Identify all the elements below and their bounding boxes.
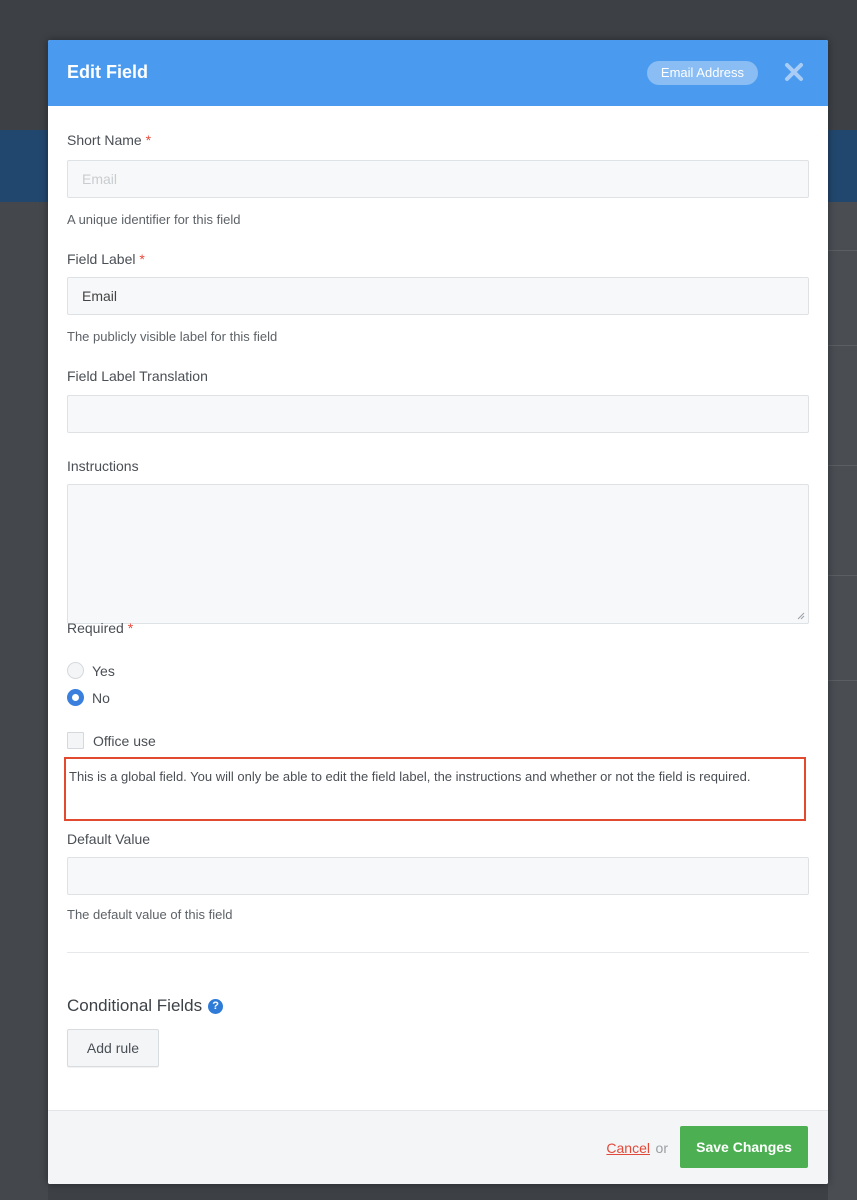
instructions-textarea[interactable] [67, 484, 809, 624]
radio-checked-icon[interactable] [67, 689, 84, 706]
short-name-label: Short Name * [67, 132, 151, 148]
conditional-fields-title: Conditional Fields [67, 996, 203, 1015]
close-icon[interactable] [782, 60, 806, 84]
office-use-label: Office use [93, 732, 156, 749]
required-asterisk: * [139, 251, 145, 267]
conditional-fields-heading: Conditional Fields ? [67, 996, 224, 1016]
save-changes-button[interactable]: Save Changes [680, 1126, 808, 1168]
field-label-input[interactable] [67, 277, 809, 315]
question-circle-icon[interactable]: ? [208, 998, 224, 1014]
short-name-input[interactable] [67, 160, 809, 198]
section-divider [67, 952, 809, 953]
radio-unchecked-icon[interactable] [67, 662, 84, 679]
required-asterisk: * [145, 132, 152, 148]
global-field-notice: This is a global field. You will only be… [64, 757, 806, 821]
modal-header: Edit Field Email Address [48, 40, 828, 106]
field-label-translation-input[interactable] [67, 395, 809, 433]
backdrop-divider [828, 575, 857, 576]
field-label-translation-label: Field Label Translation [67, 368, 208, 384]
short-name-help: A unique identifier for this field [67, 212, 241, 227]
backdrop-left-column [0, 202, 48, 1200]
edit-field-modal: Edit Field Email Address Short Name * A … [48, 40, 828, 1184]
or-text: or [655, 1140, 668, 1156]
add-rule-button[interactable]: Add rule [67, 1029, 159, 1067]
field-type-badge: Email Address [646, 61, 758, 85]
resize-grip-icon[interactable] [796, 611, 805, 620]
instructions-label: Instructions [67, 458, 139, 474]
required-option-no[interactable]: No [67, 689, 110, 706]
modal-title: Edit Field [67, 62, 148, 82]
cancel-link[interactable]: Cancel [606, 1140, 650, 1156]
short-name-label-text: Short Name [67, 132, 142, 148]
default-value-input[interactable] [67, 857, 809, 895]
backdrop-divider [828, 250, 857, 251]
required-label: Required * [67, 620, 133, 636]
backdrop-divider [828, 465, 857, 466]
required-asterisk: * [127, 620, 134, 636]
field-label-help: The publicly visible label for this fiel… [67, 329, 278, 344]
radio-label-yes: Yes [92, 662, 115, 679]
field-label-label: Field Label * [67, 251, 145, 267]
modal-footer: Cancel or Save Changes [48, 1110, 828, 1184]
backdrop-right-column [828, 202, 857, 1200]
field-label-label-text: Field Label [67, 251, 136, 267]
required-label-text: Required [67, 620, 124, 636]
required-option-yes[interactable]: Yes [67, 662, 115, 679]
backdrop-divider [828, 680, 857, 681]
backdrop-divider [828, 345, 857, 346]
checkbox-icon[interactable] [67, 732, 84, 749]
radio-label-no: No [92, 689, 110, 706]
default-value-label: Default Value [67, 831, 151, 847]
default-value-help: The default value of this field [67, 907, 233, 922]
office-use-checkbox-row[interactable]: Office use [67, 732, 156, 749]
instructions-wrapper [67, 484, 809, 624]
